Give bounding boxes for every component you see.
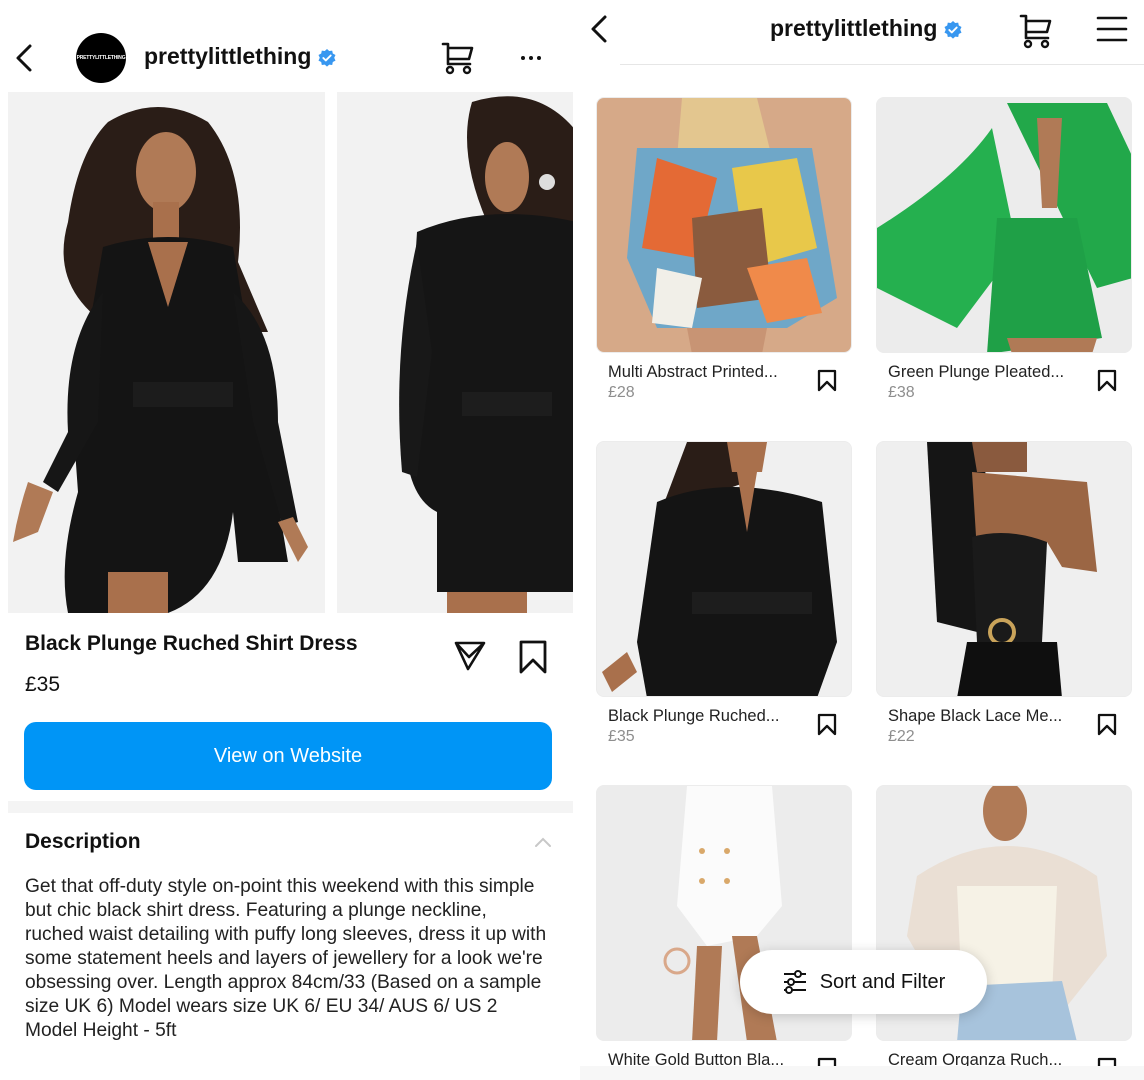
avatar-text: PRETTYLITTLETHING	[76, 55, 126, 61]
product-name: Black Plunge Ruched Shirt Dress	[25, 632, 358, 655]
product-card[interactable]: Multi Abstract Printed... £28	[596, 97, 852, 401]
save-bookmark-icon[interactable]	[516, 638, 550, 676]
cart-icon[interactable]	[1018, 12, 1054, 50]
description-heading: Description	[25, 830, 141, 853]
avatar[interactable]: PRETTYLITTLETHING	[76, 33, 126, 83]
product-card[interactable]: Shape Black Lace Me... £22	[876, 441, 1132, 745]
product-price: £35	[25, 673, 61, 696]
bottom-bar	[580, 1066, 1144, 1080]
product-photo	[877, 442, 1131, 696]
view-on-website-button[interactable]: View on Website	[24, 722, 552, 790]
sort-and-filter-button[interactable]: Sort and Filter	[740, 950, 987, 1014]
shop-username[interactable]: prettylittlething	[770, 15, 963, 42]
verified-badge-icon	[944, 20, 962, 39]
username-text: prettylittlething	[770, 15, 938, 41]
product-name: Black Plunge Ruched...	[608, 707, 780, 725]
header-divider	[620, 64, 1144, 65]
username-text: prettylittlething	[144, 43, 312, 69]
username[interactable]: prettylittlething	[144, 43, 337, 70]
shop-grid-panel: prettylittlething Multi Abstract Printed…	[580, 0, 1144, 1080]
product-image-carousel[interactable]	[8, 92, 573, 613]
product-photo	[597, 442, 851, 696]
menu-icon[interactable]	[1095, 14, 1129, 44]
product-image-back[interactable]	[337, 92, 573, 613]
product-name: Shape Black Lace Me...	[888, 707, 1063, 725]
section-divider	[8, 801, 573, 813]
product-photo-back	[337, 92, 573, 613]
product-photo	[597, 98, 851, 352]
product-thumbnail[interactable]	[596, 441, 852, 697]
product-thumbnail[interactable]	[876, 97, 1132, 353]
product-name: Green Plunge Pleated...	[888, 363, 1065, 381]
profile-header: PRETTYLITTLETHING prettylittlething	[0, 24, 573, 90]
share-icon[interactable]	[452, 637, 488, 673]
save-bookmark-icon[interactable]	[1096, 713, 1118, 737]
product-thumbnail[interactable]	[596, 97, 852, 353]
back-icon[interactable]	[10, 42, 38, 74]
save-bookmark-icon[interactable]	[816, 369, 838, 393]
product-card[interactable]: Black Plunge Ruched... £35	[596, 441, 852, 745]
product-price: £22	[888, 728, 915, 745]
sliders-icon	[783, 970, 806, 994]
description-text: Get that off-duty style on-point this we…	[25, 876, 547, 1041]
product-photo	[877, 98, 1131, 352]
product-price: £38	[888, 384, 915, 401]
product-thumbnail[interactable]	[876, 441, 1132, 697]
product-detail-panel: PRETTYLITTLETHING prettylittlething Blac…	[0, 0, 573, 1080]
cart-icon[interactable]	[440, 40, 476, 76]
product-image-front[interactable]	[8, 92, 325, 613]
product-price: £28	[608, 384, 635, 401]
product-photo-front	[8, 92, 325, 613]
verified-badge-icon	[318, 48, 336, 67]
product-name: Multi Abstract Printed...	[608, 363, 778, 381]
save-bookmark-icon[interactable]	[816, 713, 838, 737]
chevron-up-icon[interactable]	[533, 834, 553, 850]
product-price: £35	[608, 728, 635, 745]
more-options-icon[interactable]	[516, 46, 546, 70]
back-icon[interactable]	[586, 12, 610, 46]
product-card[interactable]: Green Plunge Pleated... £38	[876, 97, 1132, 401]
save-bookmark-icon[interactable]	[1096, 369, 1118, 393]
sort-and-filter-label: Sort and Filter	[819, 970, 946, 993]
